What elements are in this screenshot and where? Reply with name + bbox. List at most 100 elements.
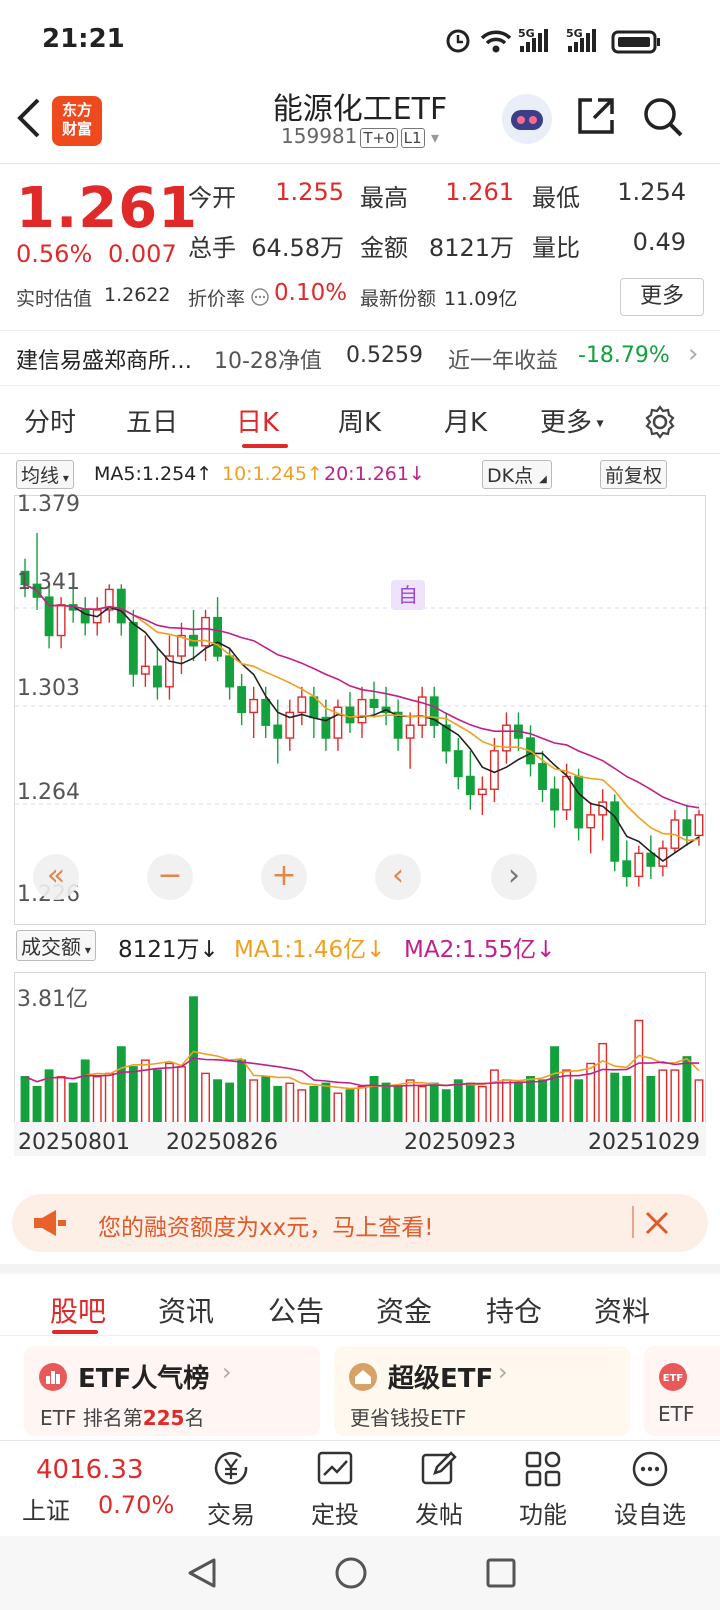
volume-chart[interactable]: 3.81亿 bbox=[14, 972, 706, 1123]
change-amount: 0.007 bbox=[108, 240, 177, 268]
yuan-icon bbox=[214, 1452, 248, 1485]
nav-recent-icon[interactable] bbox=[484, 1556, 518, 1590]
volume-bar bbox=[658, 1069, 668, 1123]
volume-bar bbox=[297, 1089, 307, 1123]
volume-ma1-line bbox=[24, 1050, 700, 1090]
tab-forum[interactable]: 股吧 bbox=[50, 1290, 106, 1330]
volume-bar bbox=[80, 1059, 90, 1123]
index-value[interactable]: 4016.33 bbox=[36, 1455, 144, 1485]
nav-value: 0.5259 bbox=[346, 343, 423, 368]
volume-bar bbox=[104, 1072, 114, 1123]
volume-bar bbox=[646, 1076, 656, 1123]
volume-bar bbox=[489, 1069, 499, 1123]
post-button[interactable]: 发帖 bbox=[404, 1449, 474, 1530]
volume-bar bbox=[152, 1069, 162, 1123]
open-value: 1.255 bbox=[275, 178, 344, 206]
etf-card-3[interactable]: ETF ETF bbox=[644, 1346, 720, 1436]
ma-type-select[interactable]: 均线 ▾ bbox=[16, 460, 74, 489]
info-icon[interactable] bbox=[250, 287, 270, 307]
volume-bar bbox=[225, 1082, 235, 1123]
volume-bar bbox=[309, 1085, 319, 1123]
tab-5day[interactable]: 五日 bbox=[126, 402, 178, 439]
scroll-right-button[interactable]: › bbox=[491, 854, 537, 900]
tab-funds[interactable]: 资金 bbox=[376, 1290, 432, 1330]
premium-value: 0.10% bbox=[274, 280, 348, 306]
dk-point-button[interactable]: DK点 ◢ bbox=[482, 460, 552, 489]
volume-value: 64.58万 bbox=[251, 234, 344, 262]
ma10-legend: 10:1.245↑ bbox=[222, 463, 323, 485]
tab-intraday[interactable]: 分时 bbox=[24, 402, 76, 439]
scroll-left-fast-button[interactable]: « bbox=[33, 854, 79, 900]
trade-button[interactable]: 交易 bbox=[196, 1449, 266, 1530]
status-time: 21:21 bbox=[42, 24, 125, 54]
open-label: 今开 bbox=[188, 184, 236, 212]
nav-back-icon[interactable] bbox=[184, 1556, 218, 1590]
adjust-select[interactable]: 前复权 bbox=[600, 460, 668, 489]
wifi-icon bbox=[480, 30, 512, 53]
add-watchlist-button[interactable]: 设自选 bbox=[608, 1449, 692, 1530]
volume-bar bbox=[622, 1076, 632, 1123]
tab-daily[interactable]: 日K bbox=[236, 402, 279, 439]
volume-bar bbox=[393, 1085, 403, 1123]
share-value: 11.09亿 bbox=[444, 288, 518, 310]
tab-news[interactable]: 资讯 bbox=[158, 1290, 214, 1330]
volume-bar bbox=[213, 1079, 223, 1123]
volume-bar bbox=[465, 1082, 475, 1123]
scroll-left-button[interactable]: ‹ bbox=[375, 854, 421, 900]
card-subtitle: ETF bbox=[658, 1402, 695, 1426]
nav-bar: 东方 财富 能源化工ETF 159981 T+0 L1 ▾ bbox=[0, 80, 720, 164]
tab-holdings[interactable]: 持仓 bbox=[486, 1290, 542, 1330]
edit-icon bbox=[421, 1451, 457, 1485]
more-button[interactable]: 更多 bbox=[620, 278, 704, 316]
candle-body bbox=[297, 696, 307, 714]
ranking-icon bbox=[39, 1363, 67, 1391]
active-subtab-indicator bbox=[52, 1330, 98, 1334]
tab-notice[interactable]: 公告 bbox=[268, 1290, 324, 1330]
tab-more[interactable]: 更多 ▾ bbox=[540, 402, 604, 439]
volume-bar bbox=[682, 1056, 692, 1123]
candle-body bbox=[477, 788, 487, 796]
super-etf-card[interactable]: 超级ETF › 更省钱投ETF bbox=[334, 1346, 630, 1436]
assistant-avatar-icon[interactable] bbox=[502, 94, 552, 144]
ratio-label: 量比 bbox=[532, 234, 580, 262]
candle-body bbox=[369, 698, 379, 708]
volume-ma2: MA2:1.55亿↓ bbox=[404, 937, 556, 963]
volume-bar bbox=[128, 1066, 138, 1123]
index-name[interactable]: 上证 bbox=[22, 1491, 70, 1526]
kline-chart[interactable]: 1.379 1.341 1.303 1.264 1.226 自 « − + ‹ … bbox=[14, 492, 707, 925]
tab-profile[interactable]: 资料 bbox=[594, 1290, 650, 1330]
candle-body bbox=[694, 814, 704, 837]
signal-icon-2: 5G bbox=[566, 27, 596, 52]
tab-monthly[interactable]: 月K bbox=[444, 402, 487, 439]
etf-popularity-card[interactable]: ETF人气榜 › ETF 排名第225名 bbox=[24, 1346, 320, 1436]
functions-button[interactable]: 功能 bbox=[508, 1449, 578, 1530]
candle-body bbox=[225, 655, 235, 688]
volume-bar bbox=[417, 1085, 427, 1123]
amount-value: 8121万 bbox=[428, 234, 514, 262]
volume-bar bbox=[598, 1042, 608, 1123]
zoom-out-button[interactable]: − bbox=[147, 854, 193, 900]
fixed-invest-button[interactable]: 定投 bbox=[300, 1449, 370, 1530]
megaphone-icon bbox=[34, 1210, 66, 1236]
share-icon[interactable] bbox=[576, 96, 616, 136]
nav-label: 10-28净值 bbox=[214, 349, 322, 374]
index-change[interactable]: 0.70% bbox=[98, 1491, 174, 1519]
close-icon[interactable] bbox=[644, 1210, 670, 1236]
search-icon[interactable] bbox=[642, 96, 684, 138]
candle-body bbox=[622, 860, 632, 878]
candle-body bbox=[405, 724, 415, 739]
volume-bar bbox=[68, 1082, 78, 1123]
financing-banner[interactable]: 您的融资额度为xx元，马上查看! bbox=[12, 1194, 708, 1252]
nav-home-icon[interactable] bbox=[334, 1556, 368, 1590]
fund-row[interactable]: 建信易盛郑商所… 10-28净值 0.5259 近一年收益 -18.79% › bbox=[0, 330, 720, 386]
tab-weekly[interactable]: 周K bbox=[338, 402, 381, 439]
volume-bar bbox=[550, 1046, 559, 1123]
settings-gear-icon[interactable] bbox=[642, 404, 678, 440]
volume-bar bbox=[333, 1092, 343, 1123]
volume-bar bbox=[32, 1085, 42, 1123]
zoom-in-button[interactable]: + bbox=[261, 854, 307, 900]
custom-marker[interactable]: 自 bbox=[391, 580, 425, 610]
volume-type-select[interactable]: 成交额 ▾ bbox=[16, 930, 96, 961]
volume-bar bbox=[165, 1062, 174, 1123]
low-value: 1.254 bbox=[617, 178, 686, 206]
